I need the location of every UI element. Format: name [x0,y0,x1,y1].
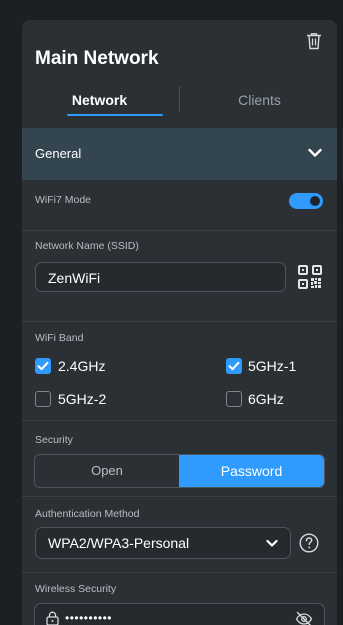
chevron-down-icon [266,539,278,547]
help-icon[interactable] [299,533,319,553]
wifi-band-label: WiFi Band [35,332,84,344]
ssid-input[interactable]: ZenWiFi [35,262,286,292]
ssid-row: Network Name (SSID) ZenWiFi [22,230,337,321]
password-masked-value: •••••••••• [65,611,113,625]
security-segmented-control: Open Password [34,454,325,488]
security-row: Security Open Password [22,420,337,496]
auth-method-select[interactable]: WPA2/WPA3-Personal [35,527,291,559]
band-label-2-4ghz: 2.4GHz [58,358,106,374]
wifi7-toggle[interactable] [289,193,323,209]
eye-off-icon[interactable] [295,611,313,625]
lock-icon [46,611,59,625]
chevron-down-icon [308,148,322,157]
checkbox-5ghz-2[interactable] [35,391,51,407]
toggle-knob [310,196,320,206]
tab-clients[interactable]: Clients [182,80,337,120]
panel-header: Main Network Network Clients [22,20,337,128]
band-label-5ghz-2: 5GHz-2 [58,391,107,407]
ssid-label: Network Name (SSID) [35,240,139,252]
qr-code-icon[interactable] [298,265,322,289]
active-tab-indicator [67,114,163,116]
security-label: Security [35,434,73,446]
auth-method-value: WPA2/WPA3-Personal [48,535,190,551]
general-section-header[interactable]: General [22,128,337,180]
checkmark-icon [228,361,240,371]
security-option-password[interactable]: Password [179,455,324,487]
checkmark-icon [37,361,49,371]
tab-bar: Network Clients [22,80,337,128]
band-label-6ghz: 6GHz [248,391,284,407]
section-title: General [35,146,82,161]
wireless-security-label: Wireless Security [35,583,117,595]
security-option-open[interactable]: Open [35,455,179,487]
checkbox-5ghz-1[interactable] [226,358,242,374]
auth-method-row: Authentication Method WPA2/WPA3-Personal [22,496,337,573]
checkbox-2-4ghz[interactable] [35,358,51,374]
wireless-security-row: Wireless Security •••••••••• [22,572,337,625]
band-label-5ghz-1: 5GHz-1 [248,358,297,374]
network-settings-panel: Main Network Network Clients General WiF… [22,20,337,625]
trash-icon[interactable] [306,32,322,50]
wifi7-row: WiFi7 Mode [22,180,337,232]
tab-divider [179,86,180,112]
wireless-security-password-input[interactable]: •••••••••• [34,603,325,625]
checkbox-6ghz[interactable] [226,391,242,407]
wifi-band-row: WiFi Band 2.4GHz 5GHz-1 5GHz-2 6GHz [22,321,337,420]
page-title: Main Network [35,48,159,69]
wifi7-label: WiFi7 Mode [35,194,92,206]
auth-method-label: Authentication Method [35,508,140,520]
